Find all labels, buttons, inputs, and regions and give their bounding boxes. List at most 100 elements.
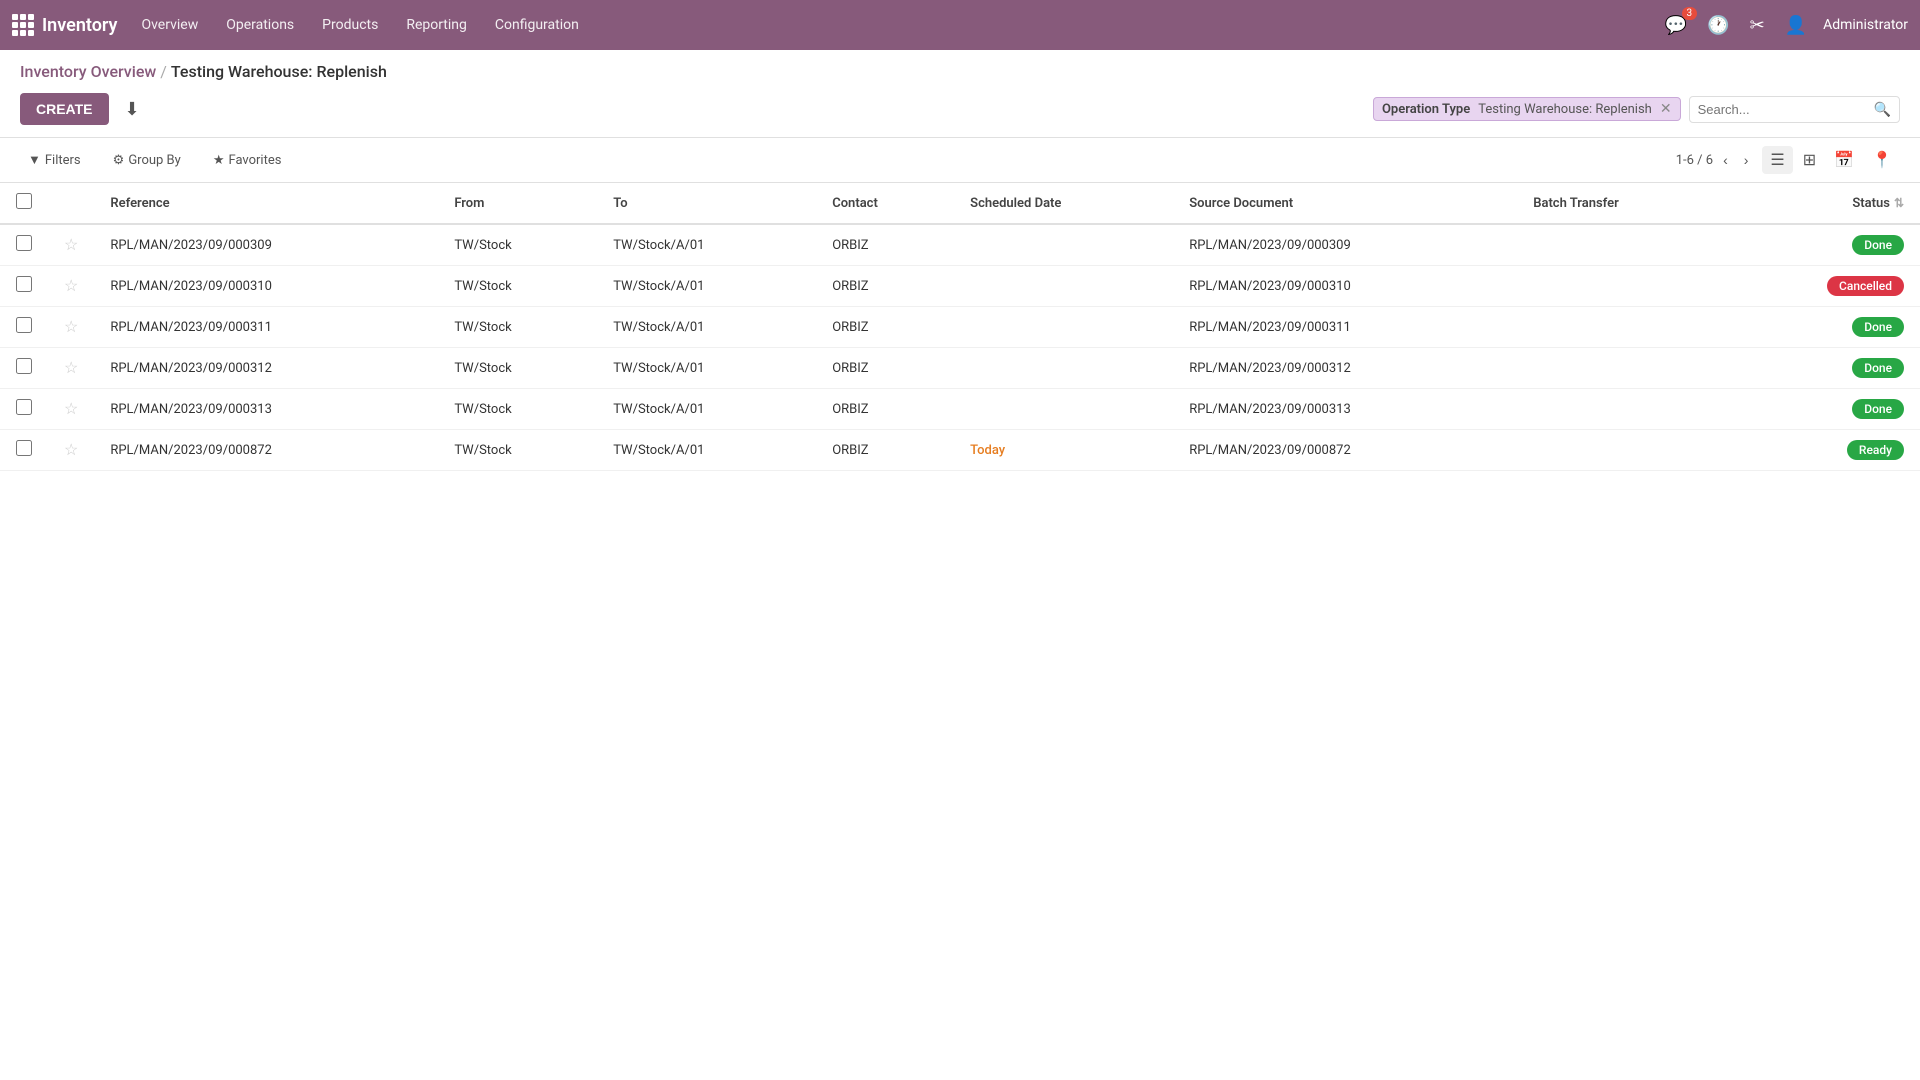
top-navigation: Inventory Overview Operations Products R…	[0, 0, 1920, 50]
row-reference: RPL/MAN/2023/09/000311	[94, 307, 438, 348]
status-badge: Done	[1852, 235, 1904, 255]
row-star-button[interactable]: ☆	[64, 276, 78, 296]
apps-grid-icon[interactable]	[12, 14, 34, 36]
pagination-text: 1-6 / 6	[1676, 153, 1713, 168]
nav-operations[interactable]: Operations	[214, 9, 306, 41]
batch-transfer-column-header[interactable]: Batch Transfer	[1517, 183, 1726, 224]
row-batch-transfer	[1517, 224, 1726, 266]
search-submit-button[interactable]: 🔍	[1874, 101, 1891, 118]
filter-tag-value: Testing Warehouse: Replenish	[1478, 102, 1652, 117]
filter-tag-close-button[interactable]: ✕	[1660, 101, 1672, 117]
status-badge: Ready	[1847, 440, 1904, 460]
table-row[interactable]: ☆ RPL/MAN/2023/09/000872 TW/Stock TW/Sto…	[0, 430, 1920, 471]
row-star-cell: ☆	[48, 224, 94, 266]
view-controls-left: ▼ Filters ⚙ Group By ★ Favorites	[20, 148, 289, 172]
admin-icon-button[interactable]: 👤	[1781, 11, 1811, 40]
row-from: TW/Stock	[438, 307, 597, 348]
favorites-icon: ★	[213, 153, 225, 168]
row-star-button[interactable]: ☆	[64, 235, 78, 255]
row-batch-transfer	[1517, 266, 1726, 307]
row-scheduled-date	[954, 224, 1173, 266]
row-checkbox[interactable]	[16, 399, 32, 415]
list-view-button[interactable]: ☰	[1762, 146, 1792, 174]
row-from: TW/Stock	[438, 266, 597, 307]
row-from: TW/Stock	[438, 348, 597, 389]
row-checkbox[interactable]	[16, 235, 32, 251]
page-prev-button[interactable]: ‹	[1717, 150, 1734, 170]
row-reference: RPL/MAN/2023/09/000310	[94, 266, 438, 307]
row-contact: ORBIZ	[816, 430, 954, 471]
clock-icon-button[interactable]: 🕐	[1703, 11, 1733, 40]
row-source-document: RPL/MAN/2023/09/000313	[1173, 389, 1517, 430]
row-star-button[interactable]: ☆	[64, 440, 78, 460]
top-nav-right: 💬 3 🕐 ✂ 👤 Administrator	[1661, 11, 1908, 40]
scheduled-date-value: Today	[970, 443, 1005, 458]
row-checkbox[interactable]	[16, 317, 32, 333]
favorites-button[interactable]: ★ Favorites	[205, 149, 290, 172]
row-status: Done	[1726, 224, 1920, 266]
sort-icon: ⇅	[1894, 196, 1904, 210]
row-contact: ORBIZ	[816, 307, 954, 348]
select-all-checkbox[interactable]	[16, 193, 32, 209]
breadcrumb-current: Testing Warehouse: Replenish	[171, 62, 387, 81]
status-badge: Cancelled	[1827, 276, 1904, 296]
view-controls: ▼ Filters ⚙ Group By ★ Favorites 1-6 / 6…	[0, 138, 1920, 183]
row-checkbox-cell	[0, 348, 48, 389]
pagination: 1-6 / 6 ‹ ›	[1676, 150, 1755, 170]
row-star-cell: ☆	[48, 389, 94, 430]
download-button[interactable]: ⬇	[117, 95, 148, 124]
status-column-header[interactable]: Status ⇅	[1726, 183, 1920, 224]
row-status: Ready	[1726, 430, 1920, 471]
table-row[interactable]: ☆ RPL/MAN/2023/09/000309 TW/Stock TW/Sto…	[0, 224, 1920, 266]
search-input[interactable]	[1698, 102, 1874, 117]
filters-button[interactable]: ▼ Filters	[20, 148, 89, 172]
row-checkbox[interactable]	[16, 358, 32, 374]
chat-icon-button[interactable]: 💬 3	[1661, 11, 1691, 40]
calendar-view-button[interactable]: 📅	[1826, 146, 1862, 174]
table-row[interactable]: ☆ RPL/MAN/2023/09/000311 TW/Stock TW/Sto…	[0, 307, 1920, 348]
admin-label[interactable]: Administrator	[1823, 17, 1908, 33]
app-name: Inventory	[42, 15, 117, 36]
page-next-button[interactable]: ›	[1738, 150, 1755, 170]
app-logo[interactable]: Inventory	[12, 14, 117, 36]
breadcrumb-separator: /	[160, 62, 167, 81]
row-contact: ORBIZ	[816, 266, 954, 307]
table-row[interactable]: ☆ RPL/MAN/2023/09/000313 TW/Stock TW/Sto…	[0, 389, 1920, 430]
create-button[interactable]: CREATE	[20, 93, 109, 125]
row-scheduled-date: Today	[954, 430, 1173, 471]
toolbar: CREATE ⬇ Operation Type Testing Warehous…	[0, 93, 1920, 138]
kanban-view-button[interactable]: ⊞	[1795, 146, 1824, 174]
from-column-header[interactable]: From	[438, 183, 597, 224]
source-document-column-header[interactable]: Source Document	[1173, 183, 1517, 224]
row-star-button[interactable]: ☆	[64, 317, 78, 337]
table-row[interactable]: ☆ RPL/MAN/2023/09/000312 TW/Stock TW/Sto…	[0, 348, 1920, 389]
row-scheduled-date	[954, 307, 1173, 348]
nav-products[interactable]: Products	[310, 9, 390, 41]
reference-column-header[interactable]: Reference	[94, 183, 438, 224]
contact-column-header[interactable]: Contact	[816, 183, 954, 224]
row-checkbox-cell	[0, 307, 48, 348]
table-row[interactable]: ☆ RPL/MAN/2023/09/000310 TW/Stock TW/Sto…	[0, 266, 1920, 307]
row-to: TW/Stock/A/01	[597, 266, 816, 307]
row-star-button[interactable]: ☆	[64, 358, 78, 378]
select-all-checkbox-header[interactable]	[0, 183, 48, 224]
breadcrumb-parent-link[interactable]: Inventory Overview	[20, 62, 156, 81]
group-by-button[interactable]: ⚙ Group By	[105, 149, 189, 172]
scheduled-date-column-header[interactable]: Scheduled Date	[954, 183, 1173, 224]
row-to: TW/Stock/A/01	[597, 307, 816, 348]
row-checkbox-cell	[0, 266, 48, 307]
nav-configuration[interactable]: Configuration	[483, 9, 591, 41]
nav-overview[interactable]: Overview	[129, 9, 210, 41]
nav-reporting[interactable]: Reporting	[394, 9, 479, 41]
row-checkbox[interactable]	[16, 440, 32, 456]
row-checkbox-cell	[0, 389, 48, 430]
table-header-row: Reference From To Contact Scheduled Date	[0, 183, 1920, 224]
map-view-button[interactable]: 📍	[1864, 146, 1900, 174]
row-checkbox[interactable]	[16, 276, 32, 292]
filter-icon: ▼	[28, 152, 41, 168]
settings-icon-button[interactable]: ✂	[1746, 11, 1769, 40]
row-batch-transfer	[1517, 307, 1726, 348]
to-column-header[interactable]: To	[597, 183, 816, 224]
row-to: TW/Stock/A/01	[597, 430, 816, 471]
row-star-button[interactable]: ☆	[64, 399, 78, 419]
